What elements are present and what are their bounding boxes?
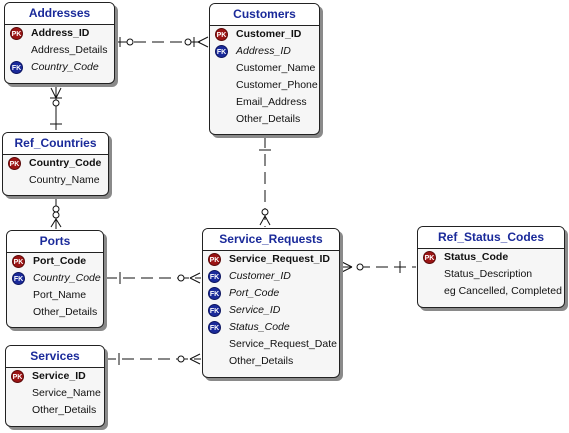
pk-field: PK Country_Code [8, 157, 102, 170]
field: Service_Request_Date [229, 338, 337, 350]
entity-ports[interactable]: Ports PK Port_Code FK Country_Code Port_… [6, 230, 104, 328]
field: Status_Description [444, 268, 533, 280]
fk-badge-icon: FK [12, 272, 25, 285]
fk-field: FK Customer_ID [208, 270, 291, 283]
pk-field: PK Service_Request_ID [208, 253, 330, 266]
pk-field: PK Address_ID [10, 27, 90, 40]
field: Other_Details [32, 404, 97, 416]
fk-badge-icon: FK [208, 304, 221, 317]
pk-badge-icon: PK [423, 251, 436, 264]
entity-title: Customers [210, 4, 319, 26]
entity-title: Ref_Countries [3, 133, 108, 155]
field: Other_Details [33, 306, 98, 318]
pk-badge-icon: PK [11, 370, 24, 383]
pk-badge-icon: PK [8, 157, 21, 170]
entity-title: Ports [7, 231, 103, 253]
entity-ref-countries[interactable]: Ref_Countries PK Country_Code Country_Na… [2, 132, 109, 196]
pk-badge-icon: PK [215, 28, 228, 41]
pk-field: PK Port_Code [12, 255, 87, 268]
entity-title: Ref_Status_Codes [418, 227, 564, 249]
field: Country_Name [29, 174, 100, 186]
field: Port_Name [33, 289, 87, 301]
field: Address_Details [31, 44, 108, 56]
entity-title: Service_Requests [203, 229, 339, 251]
field: eg Cancelled, Completed [444, 285, 562, 297]
entity-title: Addresses [5, 3, 114, 25]
pk-badge-icon: PK [10, 27, 23, 40]
field: Email_Address [236, 96, 307, 108]
pk-badge-icon: PK [208, 253, 221, 266]
fk-field: FK Port_Code [208, 287, 280, 300]
fk-field: FK Service_ID [208, 304, 281, 317]
entity-service-requests[interactable]: Service_Requests PK Service_Request_ID F… [202, 228, 340, 378]
entity-title: Services [6, 346, 104, 368]
pk-field: PK Status_Code [423, 251, 509, 264]
fk-badge-icon: FK [208, 270, 221, 283]
field: Customer_Name [236, 62, 316, 74]
entity-services[interactable]: Services PK Service_ID Service_Name Othe… [5, 345, 105, 427]
fk-field: FK Country_Code [12, 272, 101, 285]
fk-badge-icon: FK [208, 287, 221, 300]
fk-badge-icon: FK [208, 321, 221, 334]
fk-field: FK Address_ID [215, 45, 291, 58]
fk-badge-icon: FK [215, 45, 228, 58]
fk-badge-icon: FK [10, 61, 23, 74]
pk-field: PK Service_ID [11, 370, 86, 383]
field: Other_Details [236, 113, 301, 125]
fk-field: FK Status_Code [208, 321, 290, 334]
field: Other_Details [229, 355, 294, 367]
field: Customer_Phone [236, 79, 318, 91]
fk-field: FK Country_Code [10, 61, 99, 74]
entity-customers[interactable]: Customers PK Customer_ID FK Address_ID C… [209, 3, 320, 135]
pk-field: PK Customer_ID [215, 28, 302, 41]
entity-ref-status-codes[interactable]: Ref_Status_Codes PK Status_Code Status_D… [417, 226, 565, 308]
field: Service_Name [32, 387, 101, 399]
entity-addresses[interactable]: Addresses PK Address_ID Address_Details … [4, 2, 115, 84]
pk-badge-icon: PK [12, 255, 25, 268]
